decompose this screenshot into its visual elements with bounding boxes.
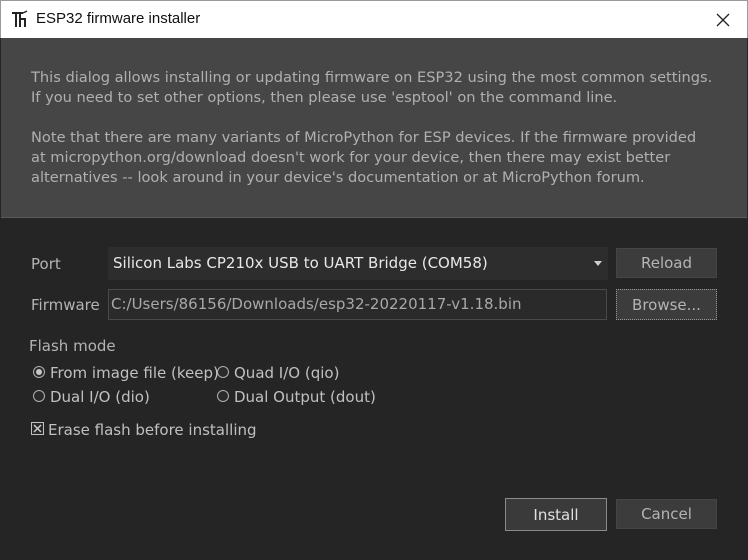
port-label: Port	[31, 255, 61, 273]
window-title: ESP32 firmware installer	[36, 10, 201, 27]
port-select-value: Silicon Labs CP210x USB to UART Bridge (…	[113, 254, 488, 272]
info-line-4: at micropython.org/download doesn't work…	[31, 149, 671, 166]
radio-qio[interactable]	[217, 366, 229, 378]
reload-button[interactable]: Reload	[616, 248, 717, 278]
check-icon	[33, 424, 42, 433]
info-line-5: alternatives -- look around in your devi…	[31, 169, 645, 186]
firmware-path-field[interactable]: C:/Users/86156/Downloads/esp32-20220117-…	[108, 289, 607, 320]
info-line-3: Note that there are many variants of Mic…	[31, 129, 697, 146]
chevron-down-icon	[594, 261, 602, 266]
close-icon	[716, 13, 730, 27]
install-button[interactable]: Install	[505, 498, 607, 531]
erase-label[interactable]: Erase flash before installing	[48, 421, 257, 439]
firmware-label: Firmware	[31, 296, 100, 314]
radio-dio-label[interactable]: Dual I/O (dio)	[50, 388, 150, 406]
title-bar: ESP32 firmware installer	[0, 0, 748, 38]
info-line-2: If you need to set other options, then p…	[31, 89, 618, 106]
flash-mode-label: Flash mode	[29, 337, 116, 355]
cancel-button[interactable]: Cancel	[616, 499, 717, 529]
radio-keep-label[interactable]: From image file (keep)	[50, 364, 219, 382]
browse-button[interactable]: Browse...	[616, 289, 717, 320]
radio-dout-label[interactable]: Dual Output (dout)	[234, 388, 376, 406]
radio-dout[interactable]	[217, 390, 229, 402]
info-line-1: This dialog allows installing or updatin…	[31, 69, 713, 86]
close-button[interactable]	[709, 6, 737, 34]
radio-dio[interactable]	[33, 390, 45, 402]
erase-checkbox[interactable]	[31, 422, 44, 435]
radio-keep[interactable]	[33, 366, 45, 378]
radio-qio-label[interactable]: Quad I/O (qio)	[234, 364, 339, 382]
thonny-icon	[12, 10, 28, 27]
info-panel: This dialog allows installing or updatin…	[1, 38, 747, 218]
port-select[interactable]: Silicon Labs CP210x USB to UART Bridge (…	[108, 247, 608, 280]
